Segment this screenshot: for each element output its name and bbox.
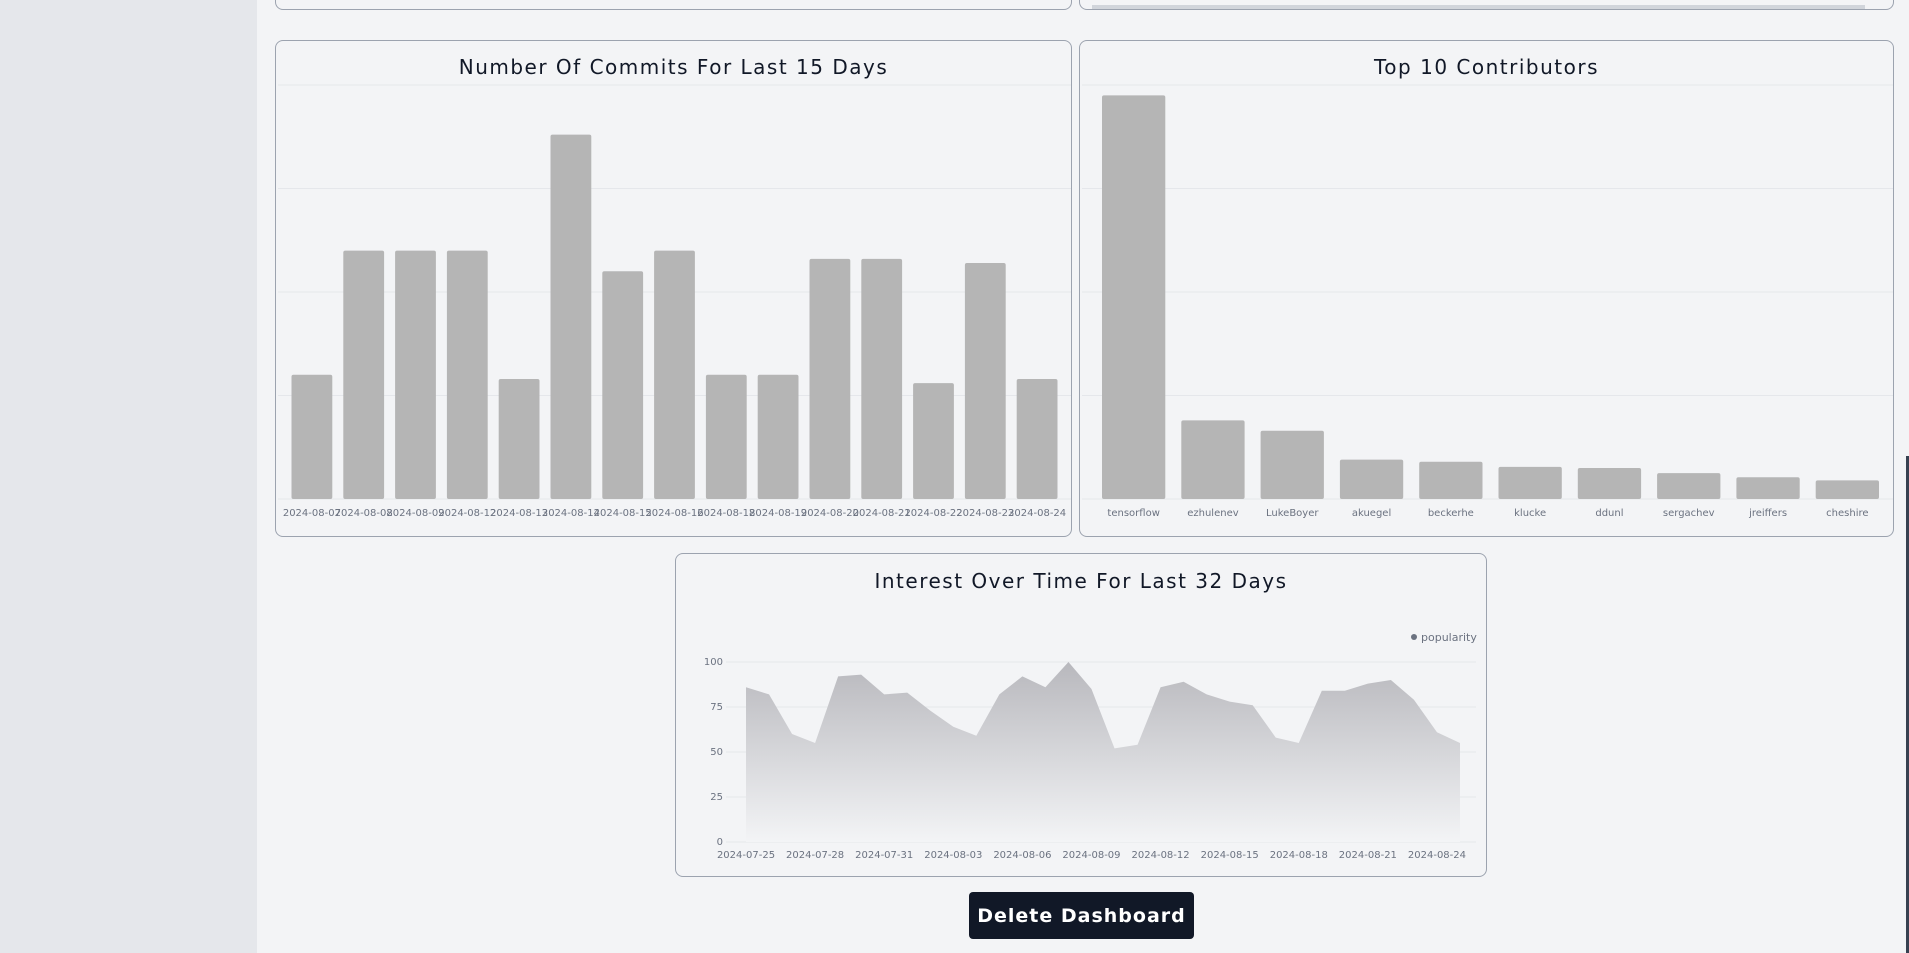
legend-dot (1411, 634, 1417, 640)
commits-x-tick: 2024-08-21 (853, 508, 911, 519)
contributor-bar[interactable] (1102, 95, 1166, 499)
commits-bar[interactable] (757, 374, 799, 499)
commits-bar[interactable] (1016, 378, 1058, 499)
commits-bar[interactable] (654, 250, 695, 499)
commits-bar[interactable] (809, 258, 851, 499)
contributor-x-tick: tensorflow (1107, 508, 1159, 519)
delete-dashboard-button[interactable]: Delete Dashboard (969, 892, 1194, 939)
interest-x-tick: 2024-07-31 (855, 850, 913, 861)
commits-bar[interactable] (964, 263, 1006, 499)
interest-chart: 0 25 50 75 100 2024-07-25 2024-07-28 2024-07-31… (704, 631, 1477, 861)
commits-bar[interactable] (498, 378, 540, 499)
commits-chart: 2024-08-072024-08-082024-08-092024-08-12… (278, 84, 1071, 519)
interest-x-tick: 2024-07-25 (717, 850, 775, 861)
interest-y-tick: 100 (704, 657, 723, 668)
interest-x-tick: 2024-08-15 (1201, 850, 1259, 861)
interest-x-tick: 2024-08-09 (1062, 850, 1120, 861)
contributor-x-tick: ezhulenev (1187, 508, 1238, 519)
commits-x-tick: 2024-08-22 (904, 508, 962, 519)
commits-x-tick: 2024-08-08 (335, 508, 393, 519)
commits-x-tick: 2024-08-07 (283, 508, 341, 519)
commits-bar[interactable] (291, 374, 333, 499)
legend-label[interactable]: popularity (1421, 631, 1477, 644)
contributor-x-tick: beckerhe (1428, 508, 1474, 519)
contributor-bar[interactable] (1577, 467, 1642, 499)
contributor-bar[interactable] (1260, 430, 1324, 499)
contributor-bar[interactable] (1736, 477, 1800, 499)
interest-y-tick: 0 (717, 837, 723, 848)
commits-bar[interactable] (861, 258, 903, 499)
contributors-chart-card: Top 10 Contributors tensorflow ezhulenev L… (1079, 40, 1894, 537)
interest-y-tick: 25 (710, 792, 723, 803)
commits-x-tick: 2024-08-14 (542, 508, 600, 519)
interest-x-tick: 2024-08-03 (924, 850, 982, 861)
commits-x-tick: 2024-08-24 (1008, 508, 1066, 519)
commits-x-tick: 2024-08-18 (697, 508, 755, 519)
contributors-chart: tensorflow ezhulenev LukeBoyer akuegel becke… (1082, 84, 1893, 519)
commits-x-tick: 2024-08-12 (438, 508, 496, 519)
commits-bar[interactable] (550, 134, 592, 499)
contributor-bar[interactable] (1498, 466, 1562, 499)
interest-x-tick: 2024-07-28 (786, 850, 844, 861)
table-strip (1092, 5, 1865, 9)
contributor-x-tick: akuegel (1352, 508, 1391, 519)
interest-chart-card: Interest Over Time For Last 32 Days 0 25 5… (675, 553, 1487, 877)
commits-bar[interactable] (602, 271, 644, 499)
commits-x-tick: 2024-08-23 (956, 508, 1014, 519)
interest-x-tick: 2024-08-18 (1270, 850, 1328, 861)
interest-y-tick: 75 (710, 702, 723, 713)
commits-bar[interactable] (446, 250, 488, 499)
commits-x-tick: 2024-08-19 (749, 508, 807, 519)
contributor-x-tick: cheshire (1826, 508, 1868, 519)
card-top-left-partial (275, 0, 1072, 10)
interest-x-tick: 2024-08-06 (993, 850, 1051, 861)
contributor-x-tick: sergachev (1663, 508, 1715, 519)
interest-x-tick: 2024-08-12 (1132, 850, 1190, 861)
interest-area (746, 662, 1460, 842)
contributor-x-tick: klucke (1514, 508, 1546, 519)
commits-x-tick: 2024-08-13 (490, 508, 548, 519)
commits-x-tick: 2024-08-09 (386, 508, 444, 519)
commits-bar[interactable] (705, 374, 747, 499)
commits-x-tick: 2024-08-20 (801, 508, 859, 519)
contributor-bar[interactable] (1181, 420, 1245, 499)
commits-x-tick: 2024-08-16 (645, 508, 703, 519)
sidebar (0, 0, 257, 953)
contributor-x-tick: ddunl (1595, 508, 1623, 519)
commits-x-tick: 2024-08-15 (594, 508, 652, 519)
commits-bar[interactable] (343, 250, 385, 499)
commits-bar[interactable] (913, 383, 954, 499)
interest-x-tick: 2024-08-24 (1408, 850, 1466, 861)
card-top-right-partial (1079, 0, 1894, 10)
contributor-x-tick: LukeBoyer (1266, 508, 1319, 519)
interest-y-tick: 50 (710, 747, 723, 758)
interest-x-tick: 2024-08-21 (1339, 850, 1397, 861)
commits-bar[interactable] (395, 250, 436, 499)
contributor-bar[interactable] (1815, 480, 1879, 499)
contributor-x-tick: jreiffers (1748, 508, 1787, 519)
contributor-bar[interactable] (1339, 459, 1404, 499)
contributor-bar[interactable] (1657, 473, 1721, 499)
commits-chart-card: Number Of Commits For Last 15 Days 2024-… (275, 40, 1072, 537)
contributor-bar[interactable] (1419, 461, 1483, 499)
